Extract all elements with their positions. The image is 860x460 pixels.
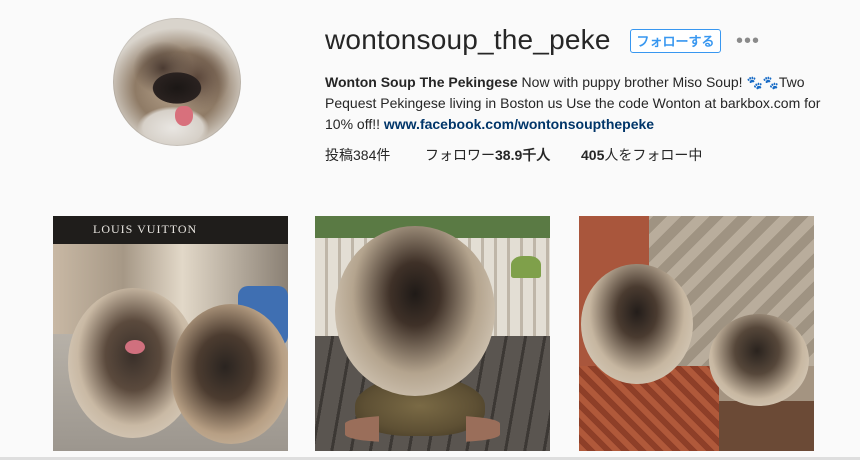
photo-dog-left: [581, 264, 693, 384]
bio-full-name: Wonton Soup The Pekingese: [325, 74, 518, 90]
paw-emoji-icon: 🐾🐾: [746, 75, 779, 90]
followers-prefix: フォロワー: [425, 147, 495, 163]
follow-button[interactable]: フォローする: [630, 29, 721, 53]
followers-count: 38.9千人: [495, 147, 551, 163]
photo-plant-pot: [511, 256, 541, 278]
avatar-border: [113, 18, 241, 146]
post-thumbnail-2[interactable]: [315, 216, 550, 451]
profile-avatar[interactable]: [113, 18, 241, 146]
stat-posts: 投稿384件: [325, 147, 391, 163]
more-options-icon[interactable]: •••: [736, 30, 760, 53]
photo-dog-right: [171, 304, 288, 444]
following-suffix: 人をフォロー中: [604, 147, 703, 163]
photo-turtle-feet: [345, 416, 500, 442]
bio-link[interactable]: www.facebook.com/wontonsoupthepeke: [384, 116, 654, 132]
profile-username: wontonsoup_the_peke: [325, 24, 611, 55]
following-count: 405: [581, 147, 605, 163]
stat-following[interactable]: 405人をフォロー中: [581, 145, 702, 165]
post-thumbnail-1[interactable]: LOUIS VUITTON: [53, 216, 288, 451]
photo-dog-tongue: [125, 340, 145, 354]
profile-bio: Wonton Soup The Pekingese Now with puppy…: [325, 72, 835, 135]
photo-dog: [335, 226, 495, 396]
store-sign-text: LOUIS VUITTON: [93, 222, 198, 236]
photo-stool: [719, 401, 814, 451]
stat-followers[interactable]: フォロワー38.9千人: [425, 145, 550, 165]
photo-dog-right: [709, 314, 809, 406]
post-thumbnail-3[interactable]: [579, 216, 814, 451]
bio-text-1: Now with puppy brother Miso Soup!: [517, 74, 747, 90]
